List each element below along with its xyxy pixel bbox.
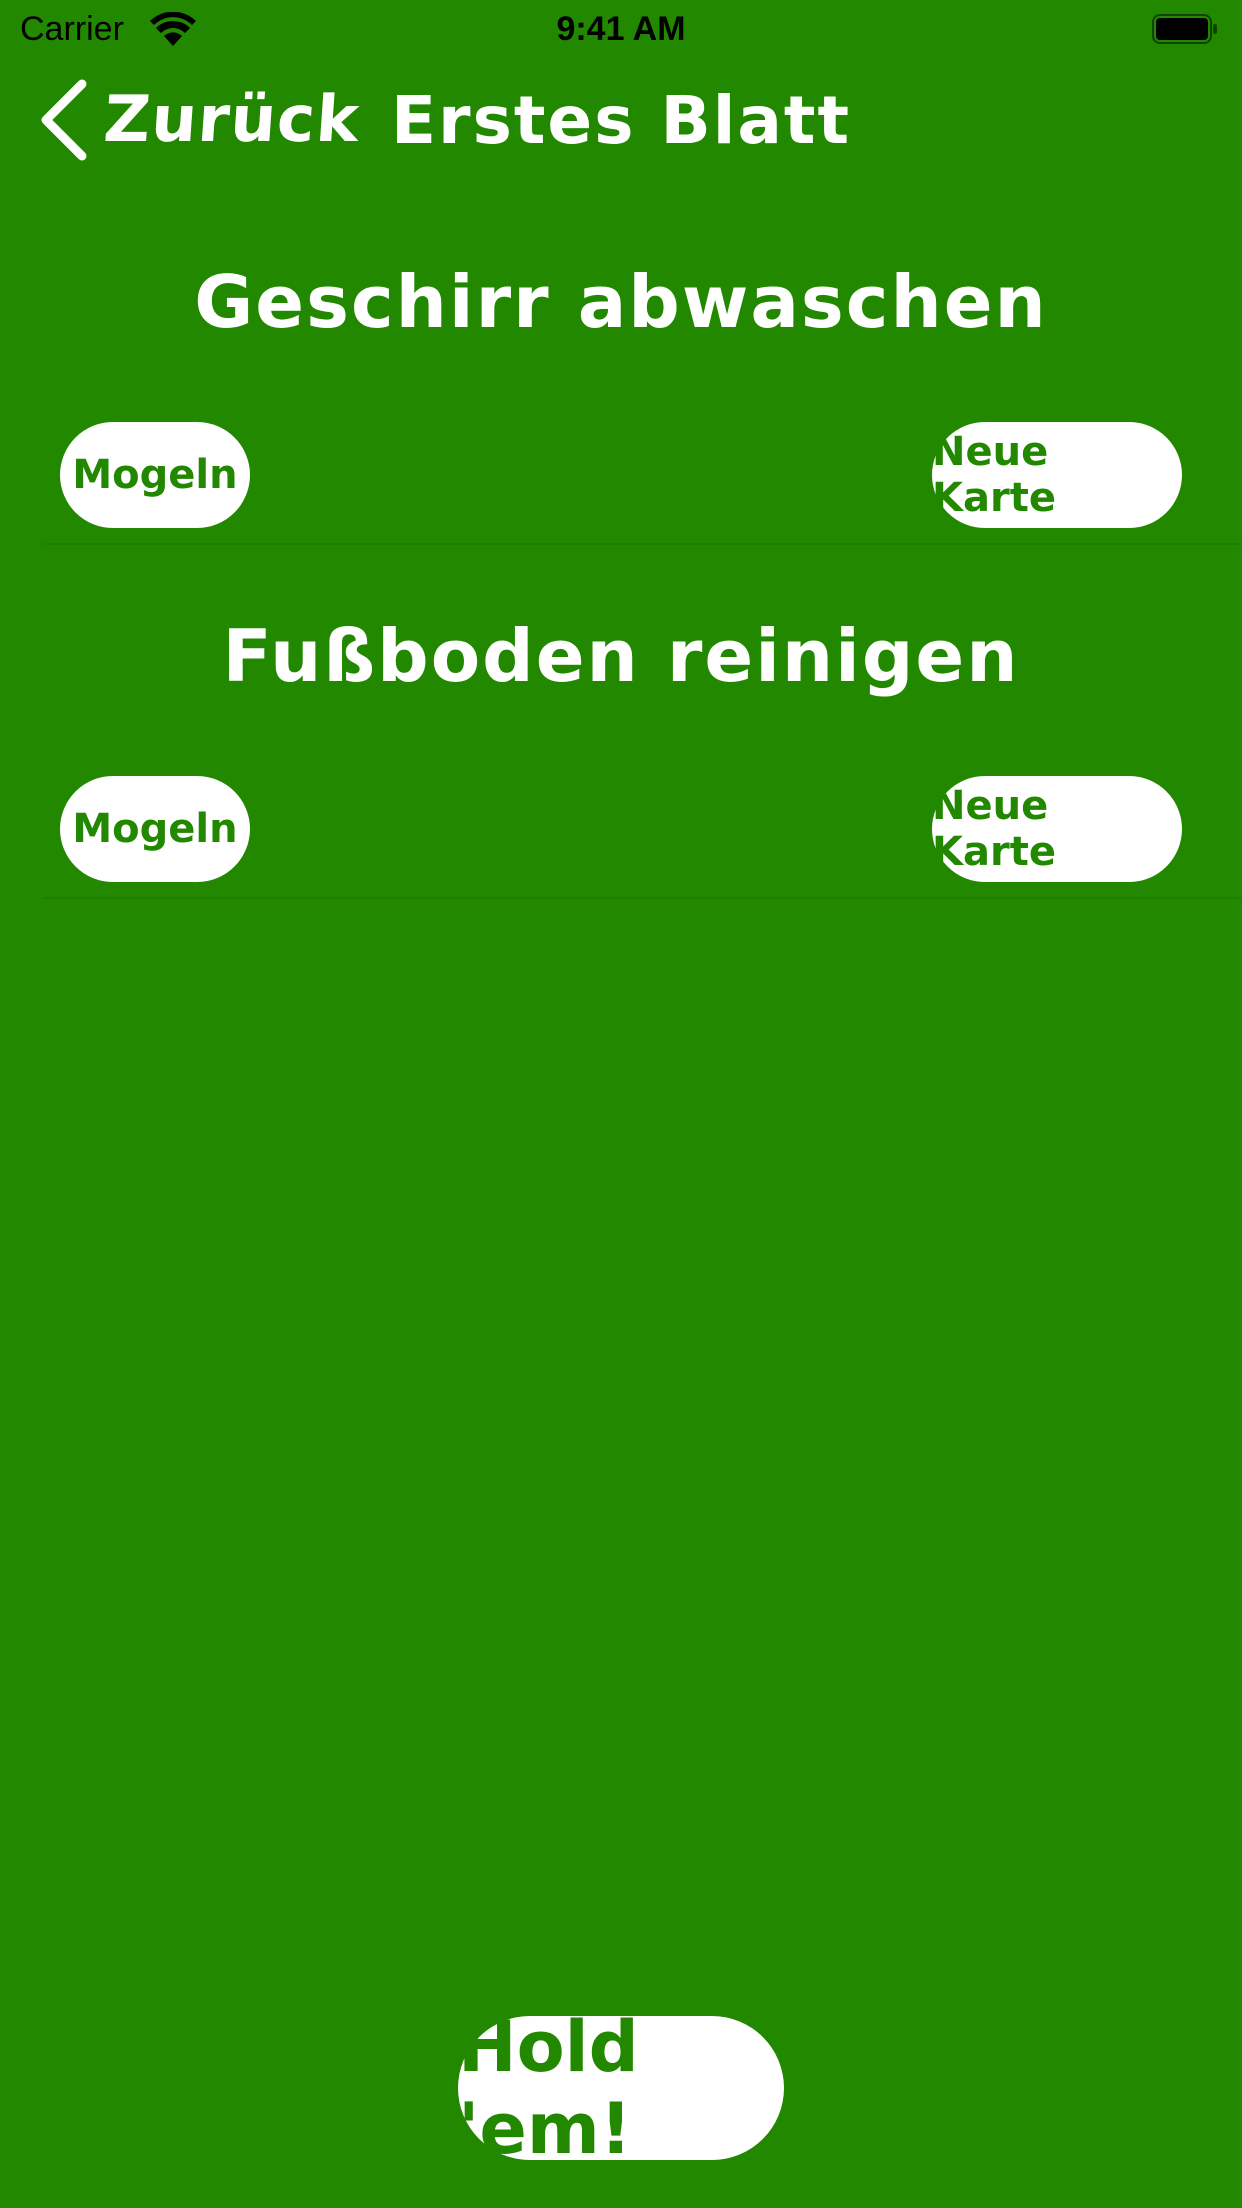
hold-em-button[interactable]: Hold 'em! bbox=[458, 2006, 784, 2170]
new-card-button[interactable]: Neue Karte bbox=[932, 422, 1182, 528]
battery-icon bbox=[1152, 14, 1217, 44]
navigation-bar: Zurück Erstes Blatt bbox=[0, 60, 1242, 180]
task-row: Fußboden reinigen Mogeln Neue Karte bbox=[0, 604, 1242, 904]
status-bar: Carrier 9:41 AM bbox=[0, 0, 1242, 60]
task-title: Fußboden reinigen bbox=[222, 614, 1020, 698]
page-title: Erstes Blatt bbox=[390, 82, 852, 159]
clock: 9:41 AM bbox=[556, 10, 686, 48]
new-card-button[interactable]: Neue Karte bbox=[932, 776, 1182, 882]
task-row: Geschirr abwaschen Mogeln Neue Karte bbox=[0, 250, 1242, 550]
task-title: Geschirr abwaschen bbox=[194, 260, 1048, 344]
divider bbox=[44, 543, 1242, 545]
cheat-button[interactable]: Mogeln bbox=[60, 776, 250, 882]
cheat-button[interactable]: Mogeln bbox=[60, 422, 250, 528]
divider bbox=[44, 897, 1242, 899]
